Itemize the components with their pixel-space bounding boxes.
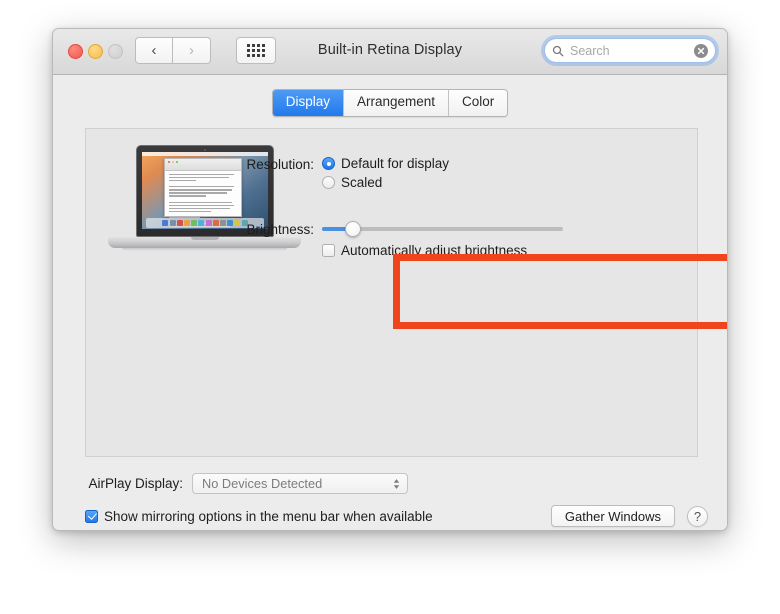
tab-color[interactable]: Color (448, 90, 508, 116)
radio-default-for-display[interactable]: Default for display (322, 156, 449, 171)
gather-windows-button[interactable]: Gather Windows (550, 505, 675, 527)
help-button[interactable]: ? (687, 505, 708, 527)
radio-scaled[interactable]: Scaled (322, 175, 449, 190)
airplay-display-setting: AirPlay Display: No Devices Detected (85, 473, 408, 494)
brightness-annotation-highlight (393, 254, 727, 329)
chevron-updown-icon (393, 478, 400, 489)
resolution-radio-group: Default for display Scaled (322, 156, 449, 194)
camera-icon (204, 148, 206, 151)
system-preferences-window: ‹ › Built-in Retina Display Search Displ… (52, 28, 728, 531)
tab-arrangement[interactable]: Arrangement (342, 90, 449, 116)
radio-button-icon[interactable] (322, 157, 335, 170)
search-field[interactable] (544, 38, 716, 63)
window-titlebar: ‹ › Built-in Retina Display (53, 29, 727, 75)
airplay-selected-value: No Devices Detected (202, 476, 323, 491)
show-mirroring-options-checkbox-row[interactable]: Show mirroring options in the menu bar w… (85, 509, 551, 524)
search-input[interactable] (568, 42, 694, 59)
checkbox-icon[interactable] (322, 244, 335, 257)
airplay-display-label: AirPlay Display: (88, 476, 183, 491)
window-footer: Show mirroring options in the menu bar w… (85, 505, 708, 527)
radio-label: Default for display (341, 156, 450, 171)
radio-button-icon[interactable] (322, 176, 335, 189)
resolution-label: Resolution: (246, 157, 314, 172)
resolution-setting: Resolution: Default for display Scaled (94, 156, 694, 194)
brightness-slider[interactable] (322, 221, 563, 237)
show-mirroring-options-label: Show mirroring options in the menu bar w… (104, 508, 433, 524)
clear-search-icon[interactable] (694, 43, 708, 58)
airplay-display-dropdown[interactable]: No Devices Detected (192, 473, 408, 494)
tab-display[interactable]: Display (272, 90, 343, 116)
preferences-body: Display Arrangement Color Resolution: De… (53, 75, 727, 530)
checkbox-icon[interactable] (85, 509, 98, 523)
search-icon (552, 45, 564, 57)
brightness-setting: Brightness: Automatically adjust brightn… (94, 221, 694, 258)
tab-bar: Display Arrangement Color (53, 89, 727, 117)
slider-thumb[interactable] (345, 221, 362, 237)
brightness-label: Brightness: (246, 222, 314, 237)
radio-label: Scaled (341, 175, 383, 190)
